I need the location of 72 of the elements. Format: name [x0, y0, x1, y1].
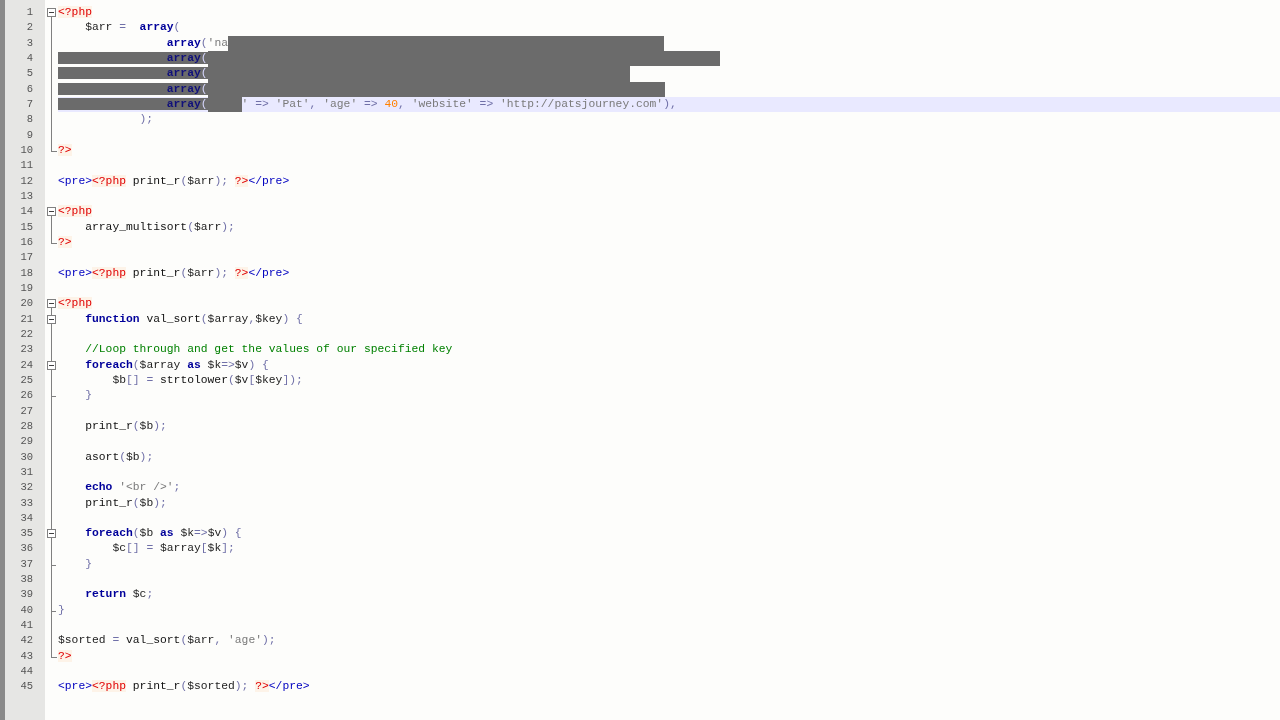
- code-line: foreach($b as $k=>$v) {: [84, 526, 242, 542]
- line-number: 21: [20, 311, 34, 327]
- code-line: <pre><?php print_r($arr); ?></pre>: [58, 265, 290, 281]
- code-line: }: [84, 388, 92, 404]
- line-number: 6: [26, 81, 34, 97]
- line-number: 34: [20, 510, 34, 526]
- line-number: 20: [20, 296, 34, 312]
- line-number: 29: [20, 434, 34, 450]
- line-number: 13: [20, 188, 34, 204]
- line-number: 5: [26, 66, 34, 82]
- line-number: 9: [26, 127, 34, 143]
- code-line: asort($b);: [84, 449, 154, 465]
- line-number: 37: [20, 556, 34, 572]
- code-line: <pre><?php print_r($sorted); ?></pre>: [58, 679, 310, 695]
- line-number: 25: [20, 372, 34, 388]
- line-number: 15: [20, 219, 34, 235]
- code-line: );: [138, 112, 154, 128]
- code-line: print_r($b);: [84, 495, 167, 511]
- code-line: $c[] = $array[$k];: [111, 541, 235, 557]
- fold-toggle[interactable]: [47, 360, 56, 370]
- line-number: 32: [20, 480, 34, 496]
- line-number: 17: [20, 250, 34, 266]
- code-line: <pre><?php print_r($arr); ?></pre>: [58, 173, 290, 189]
- line-number: 1: [26, 5, 34, 20]
- line-number: 44: [20, 664, 34, 680]
- line-number: 36: [20, 541, 34, 557]
- line-number: 45: [20, 679, 34, 695]
- line-number: 41: [20, 618, 34, 634]
- code-line: $sorted = val_sort($arr, 'age');: [58, 633, 276, 649]
- line-number: 31: [20, 464, 34, 480]
- line-number: 26: [20, 388, 34, 404]
- line-number: 19: [20, 280, 34, 296]
- line-number: 43: [20, 648, 34, 664]
- line-number: 8: [26, 112, 34, 128]
- line-number: 42: [20, 633, 34, 649]
- fold-toggle[interactable]: [47, 207, 56, 217]
- line-number: 35: [20, 526, 34, 542]
- code-line: foreach($array as $k=>$v) {: [84, 357, 269, 373]
- line-number: 4: [26, 51, 34, 66]
- line-number: 12: [20, 173, 34, 189]
- code-line: $b[] = strtolower($v[$key]);: [111, 372, 303, 388]
- fold-toggle[interactable]: [47, 8, 56, 17]
- line-number: 22: [20, 326, 34, 342]
- line-number: 27: [20, 403, 34, 419]
- line-number: 10: [20, 142, 34, 158]
- line-number: 7: [26, 96, 34, 112]
- code-line: array(: [58, 66, 630, 82]
- line-number: 24: [20, 357, 34, 373]
- line-number: 30: [20, 449, 34, 465]
- code-line: }: [84, 556, 92, 572]
- code-line: $arr = array(: [84, 20, 181, 36]
- code-line: array_multisort($arr);: [84, 219, 235, 235]
- line-number: 3: [26, 35, 34, 51]
- line-number: 11: [20, 158, 34, 174]
- line-number: 14: [20, 204, 34, 220]
- line-number: 28: [20, 418, 34, 434]
- code-line: return $c;: [84, 587, 154, 603]
- line-number: 39: [20, 587, 34, 603]
- line-number: 18: [20, 265, 34, 281]
- line-number: 2: [26, 20, 34, 36]
- line-number: 16: [20, 234, 34, 250]
- line-number: 23: [20, 342, 34, 358]
- code-line: }: [58, 602, 65, 618]
- code-line: function val_sort($array,$key) {: [84, 311, 303, 327]
- line-number: 33: [20, 495, 34, 511]
- line-number: 38: [20, 572, 34, 588]
- fold-toggle[interactable]: [47, 529, 56, 539]
- code-line: array( ' => 'Pat', 'age' => 40, 'website' => 'http://patsjourney.com'),: [58, 96, 677, 113]
- code-line: print_r($b);: [84, 418, 167, 434]
- code-line: echo '<br />';: [84, 480, 181, 496]
- line-number: 40: [20, 602, 34, 618]
- code-line: //Loop through and get the values of our specified key: [84, 342, 453, 358]
